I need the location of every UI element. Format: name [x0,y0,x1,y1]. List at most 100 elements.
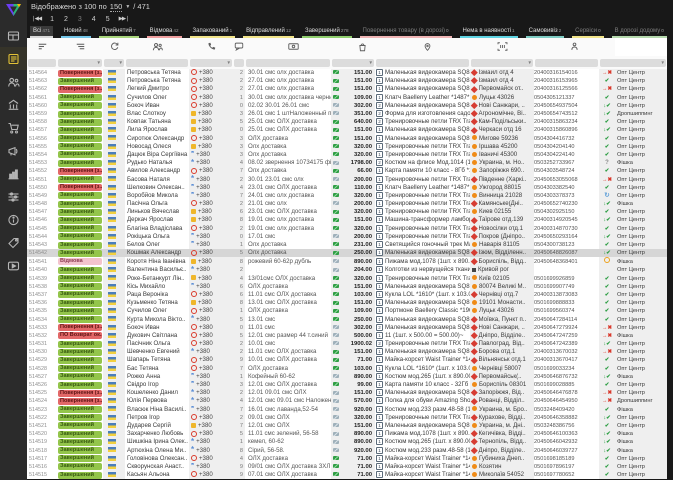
table-row[interactable]: 514556 Завершений Сиротюк Олександр +380 3 ОЛ… [27,134,667,143]
tags-icon[interactable] [0,231,27,254]
customers-icon[interactable] [125,38,189,56]
filter-calls[interactable] [233,56,245,69]
page-4[interactable]: 4 [92,16,96,23]
table-row[interactable]: 514515 Завершений Касьян Альона +380 9 07.01 … [27,471,667,479]
app-logo[interactable] [5,3,22,17]
table-row[interactable]: 514563 Завершений Петровська Тетяна +380 2 27… [27,77,667,85]
table-row[interactable]: 514516 Завершений Скворунская Анаст.. * +380… [27,463,667,471]
location-pin-icon[interactable] [384,38,470,56]
tab-status[interactable]: Прийнятий7 [98,26,139,38]
page-size-select[interactable]: 150 [109,2,123,12]
video-tutorial-icon[interactable] [0,254,27,277]
tab-status[interactable]: Повернення товару (в дорозі)0 [359,26,452,38]
table-row[interactable]: 514530 Завершений Шевченко Евгений * +380 2 11… [27,348,667,356]
table-row[interactable]: 514542 Завершений Кошмак Александр +380 5 Олх… [27,249,667,258]
table-row[interactable]: 514544 Завершений Рокіцька Ольга * +380 0 17.0… [27,233,667,241]
table-row[interactable]: 514564 Повернення (з.. Петровська Тетяна +3… [27,69,667,77]
table-row[interactable]: 514541 Відмова Коротя Ніна Іванівна +380 8 ро… [27,257,667,266]
filter-phone[interactable]: ▼ [189,56,233,69]
table-row[interactable]: 514524 Повернення (з.. Юлія Первова * +380 4 1… [27,397,667,405]
last-page-icon[interactable]: ▶▶❘ [119,16,130,22]
products-bag-icon[interactable] [341,38,384,56]
table-row[interactable]: 514552 Повернення (з.. Авилов Александр +38… [27,167,667,175]
table-row[interactable]: 514558 Завершений Ковпак Татьяна +380 5 25.01… [27,118,667,126]
table-row[interactable]: 514537 Завершений Раца Вероніка +380 6 11.01 … [27,290,667,299]
tab-status[interactable]: Сервіси0 [572,26,604,38]
table-row[interactable]: 514557 Завершений Лила Ярослав +380 0 25.01 с… [27,126,667,134]
table-row[interactable]: 514540 Завершений Валентина Васильє.. * +380… [27,266,667,274]
table-row[interactable]: 514546 Завершений Деркач Ярослав +380 8 19.01… [27,216,667,224]
table-row[interactable]: 514520 Завершений Захарченко Любовь +380 5 11… [27,430,667,438]
table-row[interactable]: 514560 Завершений Бокоч Иван +380 0 02.02 30.… [27,101,667,110]
tab-status[interactable]: Новий48 [61,26,91,38]
page-3[interactable]: 3 [78,16,82,23]
table-row[interactable]: 514562 Повернення (з.. Легкий Дмитро +380 2 2… [27,85,667,93]
comments-icon[interactable] [233,38,245,56]
warehouse-icon[interactable] [0,93,27,116]
tab-status[interactable]: Самовивіз2 [525,26,565,38]
table-row[interactable]: 514535 Завершений Сучилов Олег +380 1 ОЛХ дос… [27,307,667,315]
filter-product[interactable] [375,56,470,69]
filter-partner[interactable]: ▼ [599,56,667,69]
table-row[interactable]: 514539 Завершений Роке-Бетанкурт Лін.. +380… [27,274,667,283]
page-2[interactable]: 2 [64,16,68,23]
filter-country[interactable]: ▼ [103,56,125,69]
filter-tracking[interactable] [534,56,599,69]
tab-status[interactable]: Завершений278 [301,26,352,38]
phone-icon[interactable] [189,38,233,56]
status-lines-icon[interactable] [27,38,57,56]
statistics-chart-icon[interactable] [0,162,27,185]
tracking-barcode-icon[interactable] [470,38,534,56]
tab-status[interactable]: Запакований1 [189,26,236,38]
table-row[interactable]: 514521 Завершений Дударев Сергій +380 7 12.01… [27,421,667,430]
table-row[interactable]: 514550 Повернення (з.. Шелковин Олексан.. *… [27,184,667,192]
table-row[interactable]: 514531 Завершений Пасічник Ольга +380 2 10.01… [27,340,667,348]
table-row[interactable]: 514525 Повернення (з.. Кошеленко Данил * +38… [27,389,667,397]
chevron-down-icon[interactable]: ▼ [125,4,130,10]
table-row[interactable]: 514554 Завершений Дацюк Віра Сергіївна * +38… [27,151,667,159]
table-row[interactable]: 514547 Завершений Линьков Вячеслав +380 6 23.… [27,208,667,216]
info-icon[interactable] [0,208,27,231]
dashboard-icon[interactable] [0,24,27,47]
table-row[interactable]: 514522 Завершений Петров Ігор +380 2 09.01 см… [27,413,667,422]
table-row[interactable]: 514527 Завершений Рожко Анна * +380 1 Кофейный… [27,373,667,381]
table-row[interactable]: 514548 Завершений Пасічна Ольга +380 2 21.01 … [27,200,667,208]
table-row[interactable]: 514519 Завершений Шишкіна Ірина Олек.. * +38… [27,438,667,446]
tab-status[interactable]: Нема в наявності1 [459,26,518,38]
table-row[interactable]: 514538 Завершений Кісь Михайло * +380 6 ОЛХ до… [27,283,667,291]
table-row[interactable]: 514529 Завершений Шапарь Тетяна +380 9 10.01 … [27,356,667,364]
settings-sliders-icon[interactable] [0,185,27,208]
table-row[interactable]: 514545 Завершений Благіна Владіслава +380 2 1… [27,224,667,233]
table-row[interactable]: 514523 Завершений Власюк Ніна Василі.. * +38… [27,406,667,414]
table-row[interactable]: 514555 Завершений Новосад Олеся +380 3 Олх до… [27,142,667,151]
tab-status[interactable]: Відмова42 [146,26,182,38]
table-row[interactable]: 514518 Завершений Артюхіна Олена Ми.. * +380… [27,446,667,455]
filter-comment[interactable] [245,56,331,69]
table-row[interactable]: 514536 Завершений Кузьменко Тетяна +380 8 13.… [27,299,667,307]
partner-person-icon[interactable] [534,38,615,56]
table-row[interactable]: 514543 Завершений Белов Олег * +380 1 Олх дост… [27,241,667,249]
filter-id[interactable] [27,56,57,69]
table-row[interactable]: 514532 ПО Возврат ок.. Дукович Світлана +38… [27,331,667,340]
table-row[interactable]: 514549 Завершений Воробйов Микола * +380 7 24.… [27,192,667,200]
filter-price[interactable]: ▼ [331,56,375,69]
table-row[interactable]: 514533 Повернення (з.. Бокоч Иван +380 0 11.0… [27,323,667,332]
page-5[interactable]: 5 [106,16,110,23]
substatus-lines-icon[interactable] [57,38,103,56]
tab-status[interactable]: В дорозі додому0 [611,26,667,38]
tab-status[interactable]: Всі471 [30,26,54,38]
table-row[interactable]: 514551 Завершений Басова Наталя * +380 2 30.01… [27,175,667,184]
contacts-icon[interactable] [0,70,27,93]
orders-list-icon[interactable] [0,47,27,70]
table-row[interactable]: 514559 Завершений Влас Слоткоу +380 3 26.01 с… [27,110,667,118]
table-row[interactable]: 514561 Завершений Сучилов Олег +380 1 30.01 с… [27,93,667,102]
table-row[interactable]: 514528 Завершений Бас Тетяна +380 7 ОЛХ доста… [27,364,667,373]
payment-money-icon[interactable] [245,38,341,56]
first-page-icon[interactable]: ❘◀◀ [31,16,42,22]
table-row[interactable]: 514526 Завершений Свідро Ігор * +380 3 12.01 с… [27,381,667,389]
tab-status[interactable]: Відправлений12 [243,26,294,38]
source-globe-icon[interactable] [103,38,125,56]
table-row[interactable]: 514534 Завершений Курта Микола Вікто.. * +38… [27,315,667,324]
filter-city[interactable]: ▼ [470,56,534,69]
table-row[interactable]: 514517 Завершений Головінова Олексан.. +380… [27,454,667,463]
